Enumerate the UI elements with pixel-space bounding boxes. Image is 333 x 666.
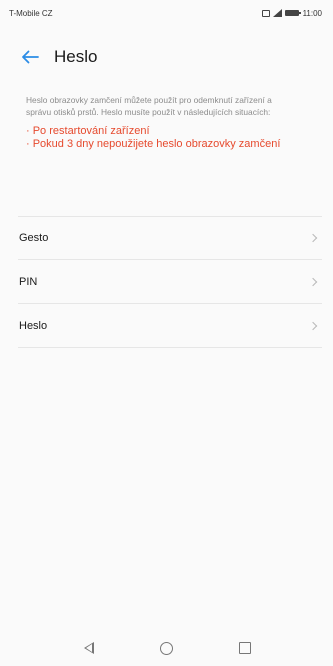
nav-home-button[interactable] [157,638,177,658]
chevron-right-icon [308,233,318,243]
chevron-right-icon [308,321,318,330]
nav-recent-button[interactable] [235,638,255,658]
system-nav-bar [0,630,333,666]
signal-icon [272,9,282,17]
page-title: Heslo [54,47,98,66]
arrow-left-icon [22,50,39,64]
bullet-restart: · Po restartování zařízení [26,125,150,137]
info-bullets: · Po restartování zařízení · Pokud 3 dny… [26,125,296,151]
app-header: Heslo [0,40,333,74]
nav-back-button[interactable] [79,638,99,658]
recent-square-icon [238,642,251,654]
status-bar: T-Mobile CZ 11:00 [0,0,333,26]
clock: 11:00 [302,8,322,18]
back-triangle-icon [83,642,94,654]
info-text: Heslo obrazovky zamčení můžete použít pr… [26,95,272,117]
chevron-right-icon [308,277,318,286]
menu-item-label: PIN [19,275,38,288]
menu-item-heslo[interactable]: Heslo [18,304,322,348]
menu-item-gesto[interactable]: Gesto [18,216,322,260]
home-circle-icon [160,641,173,655]
battery-icon [284,10,301,16]
menu-item-label: Gesto [19,232,49,244]
back-button[interactable] [18,45,42,69]
nfc-icon [261,9,270,17]
menu-item-pin[interactable]: PIN [18,260,322,304]
menu-item-label: Heslo [19,319,48,332]
status-right: 11:00 [261,8,322,18]
bullet-3-days: · Pokud 3 dny nepoužijete heslo obrazovk… [26,138,281,150]
info-block: Heslo obrazovky zamčení můžete použít pr… [26,94,296,151]
unlock-method-list: Gesto PIN Heslo [18,216,322,348]
carrier-label: T-Mobile CZ [9,8,53,18]
status-icons [261,9,301,17]
